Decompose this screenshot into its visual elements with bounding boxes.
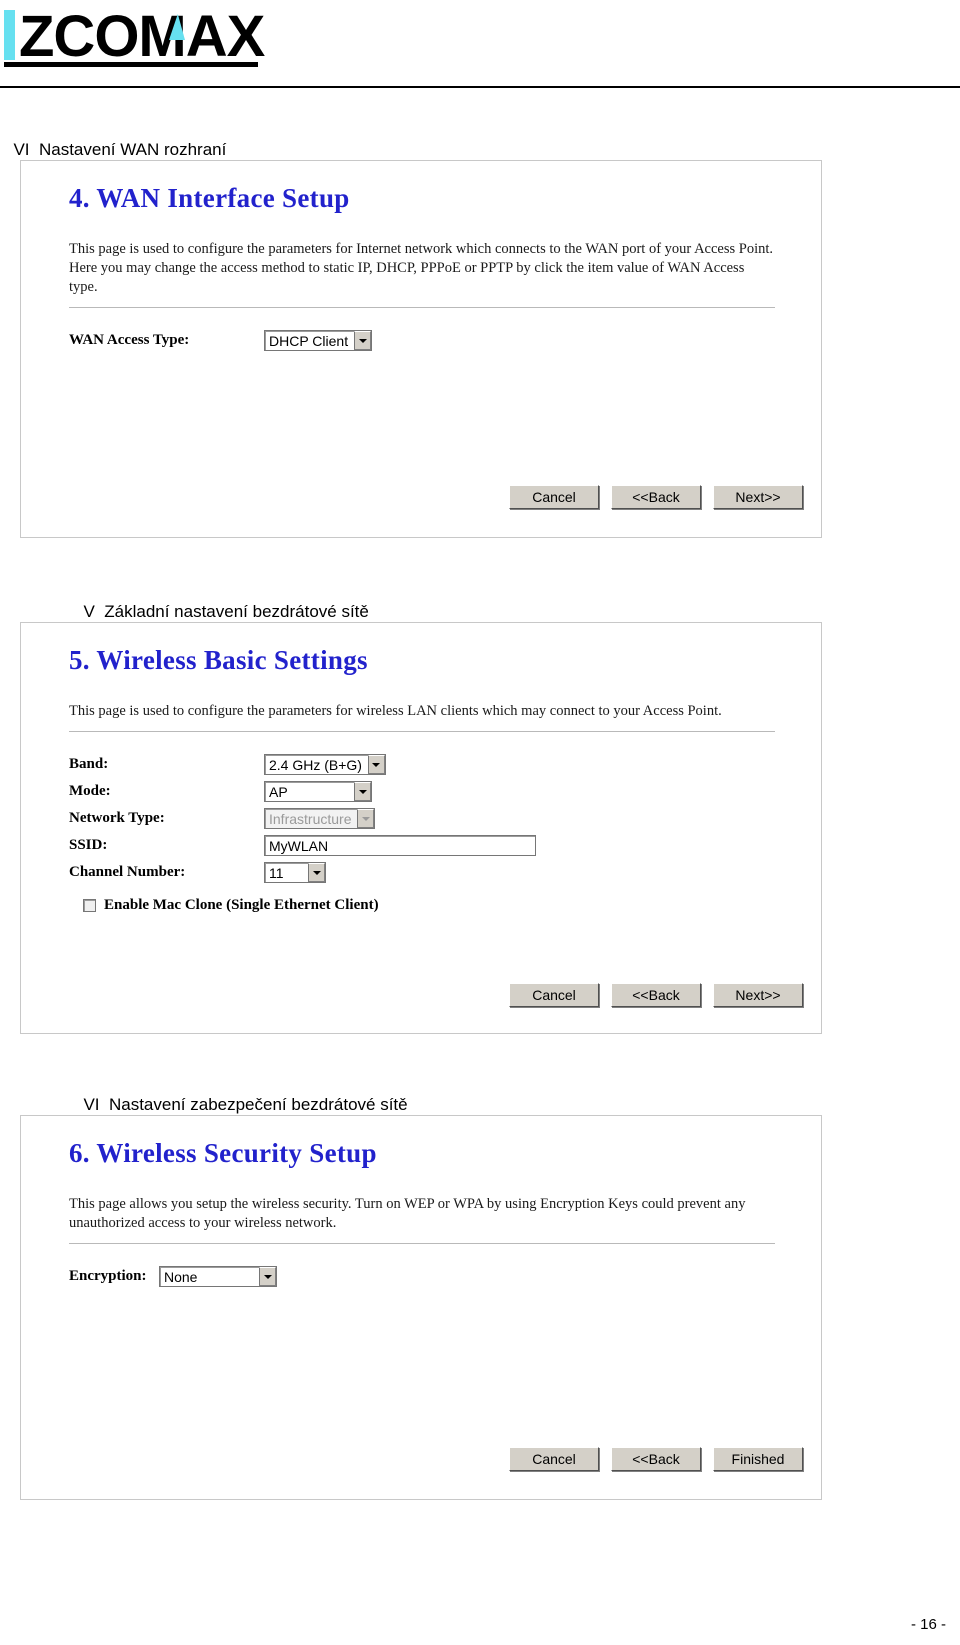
panel-title: 5. Wireless Basic Settings (69, 645, 368, 675)
chevron-down-icon[interactable] (354, 331, 372, 351)
network-type-value: Infrastructure (269, 811, 352, 828)
field-label-band: Band: (69, 756, 109, 773)
wan-access-type-select[interactable]: DHCP Client (264, 330, 373, 352)
field-row-wan-access-type: WAN Access Type: DHCP Client (69, 330, 781, 352)
logo-underline (4, 62, 258, 67)
panel-description: This page is used to configure the param… (69, 241, 774, 296)
field-row-encryption: Encryption: None (69, 1266, 781, 1288)
chevron-down-icon[interactable] (308, 863, 325, 883)
panel-divider (69, 731, 775, 733)
screenshot-wan-interface-setup: 4. WAN Interface Setup This page is used… (20, 160, 822, 538)
chevron-down-icon (357, 809, 375, 829)
mac-clone-row[interactable]: Enable Mac Clone (Single Ethernet Client… (83, 897, 781, 914)
panel-description: This page allows you setup the wireless … (69, 1196, 746, 1232)
section-heading-wireless-basic: V Základní nastavení bezdrátové sítě (74, 582, 369, 622)
panel-title: 6. Wireless Security Setup (69, 1138, 377, 1168)
field-row-channel-number: Channel Number: 11 (69, 862, 781, 884)
section-heading-wan: VI Nastavení WAN rozhraní (4, 120, 226, 160)
channel-number-select[interactable]: 11 (264, 862, 326, 884)
mode-select[interactable]: AP (264, 781, 372, 803)
panel-button-row: Cancel <<Back Next>> (21, 485, 821, 509)
field-row-band: Band: 2.4 GHz (B+G) (69, 754, 781, 776)
panel-divider (69, 1243, 775, 1245)
ssid-input[interactable]: MyWLAN (264, 835, 536, 857)
next-button[interactable]: Next>> (713, 983, 803, 1007)
cancel-button[interactable]: Cancel (509, 485, 599, 509)
channel-number-value: 11 (269, 865, 284, 882)
chevron-down-icon[interactable] (354, 782, 371, 802)
section-title: Nastavení zabezpečení bezdrátové sítě (108, 1095, 408, 1114)
section-title: Základní nastavení bezdrátové sítě (104, 602, 369, 621)
screenshot-wireless-basic-settings: 5. Wireless Basic Settings This page is … (20, 622, 822, 1034)
network-type-select: Infrastructure (264, 808, 376, 830)
field-row-mode: Mode: AP (69, 781, 781, 803)
wan-access-type-value: DHCP Client (269, 333, 349, 350)
cancel-button[interactable]: Cancel (509, 983, 599, 1007)
zcomax-logo: ZCOMAX (4, 4, 265, 66)
page-number: - 16 - (910, 1616, 946, 1633)
logo-text: ZCOMAX (19, 4, 265, 69)
panel-button-row: Cancel <<Back Finished (21, 1447, 821, 1471)
band-value: 2.4 GHz (B+G) (269, 757, 362, 774)
screenshot-wireless-security-setup: 6. Wireless Security Setup This page all… (20, 1115, 822, 1500)
field-label-ssid: SSID: (69, 837, 108, 854)
field-label-channel-number: Channel Number: (69, 864, 186, 881)
back-button[interactable]: <<Back (611, 1447, 701, 1471)
section-heading-wireless-security: VI Nastavení zabezpečení bezdrátové sítě (74, 1075, 408, 1115)
panel-description: This page is used to configure the param… (69, 703, 722, 719)
back-button[interactable]: <<Back (611, 983, 701, 1007)
band-select[interactable]: 2.4 GHz (B+G) (264, 754, 386, 776)
logo-accent-bar (4, 10, 15, 60)
panel-title: 4. WAN Interface Setup (69, 183, 350, 213)
logo-wordmark: ZCOMAX (19, 8, 265, 66)
panel-divider (69, 307, 775, 309)
field-label-network-type: Network Type: (69, 810, 165, 827)
cancel-button[interactable]: Cancel (509, 1447, 599, 1471)
encryption-select[interactable]: None (159, 1266, 277, 1288)
field-row-network-type: Network Type: Infrastructure (69, 808, 781, 830)
chevron-down-icon[interactable] (259, 1267, 276, 1287)
mode-value: AP (269, 784, 288, 801)
finished-button[interactable]: Finished (713, 1447, 803, 1471)
section-title: Nastavení WAN rozhraní (38, 140, 227, 159)
field-label-wan-access-type: WAN Access Type: (69, 332, 190, 349)
section-number: V (83, 602, 95, 621)
field-label-encryption: Encryption: (69, 1268, 147, 1285)
back-button[interactable]: <<Back (611, 485, 701, 509)
chevron-down-icon[interactable] (367, 755, 385, 775)
panel-button-row: Cancel <<Back Next>> (21, 983, 821, 1007)
field-row-ssid: SSID: MyWLAN (69, 835, 781, 857)
header-divider (0, 86, 960, 88)
page-header: ZCOMAX (0, 0, 960, 88)
next-button[interactable]: Next>> (713, 485, 803, 509)
section-number: VI (83, 1095, 100, 1114)
enable-mac-clone-label: Enable Mac Clone (Single Ethernet Client… (104, 897, 379, 914)
section-number: VI (13, 140, 30, 159)
field-label-mode: Mode: (69, 783, 111, 800)
enable-mac-clone-checkbox[interactable] (83, 899, 96, 913)
encryption-value: None (164, 1269, 198, 1286)
